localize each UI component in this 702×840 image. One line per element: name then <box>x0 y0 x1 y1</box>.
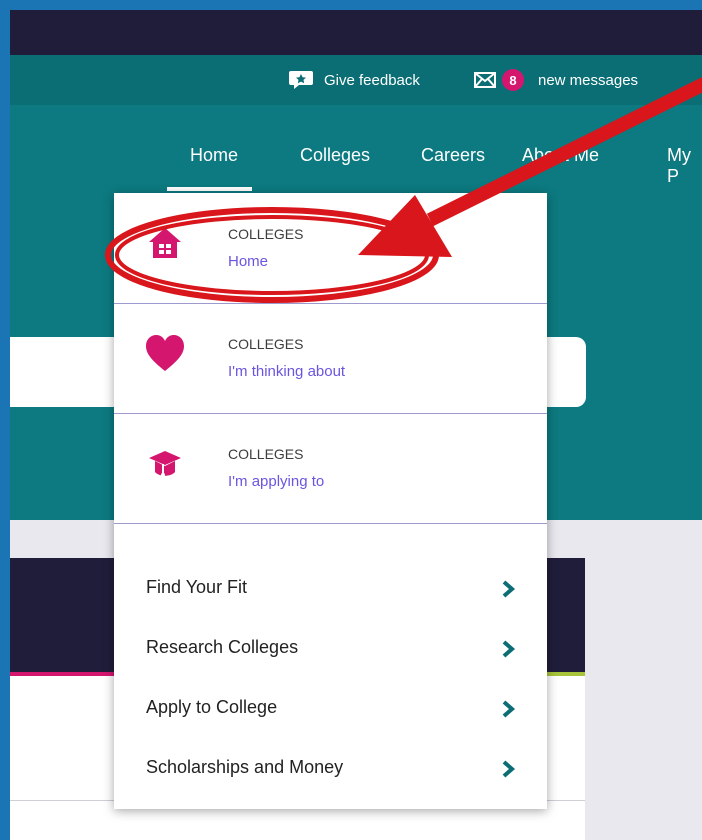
top-bar <box>10 10 702 55</box>
envelope-icon <box>474 72 496 88</box>
chevron-right-icon[interactable] <box>499 639 517 659</box>
dropdown-kicker: COLLEGES <box>228 446 304 462</box>
chevron-right-icon[interactable] <box>499 699 517 719</box>
nav-colleges[interactable]: Colleges <box>300 145 370 166</box>
chevron-right-icon[interactable] <box>499 759 517 779</box>
feedback-icon <box>289 71 313 89</box>
dropdown-item-colleges-home[interactable]: COLLEGES Home <box>114 193 547 304</box>
messages-link[interactable]: 8 new messages <box>474 55 638 105</box>
nav-active-underline <box>167 187 252 191</box>
dropdown-kicker: COLLEGES <box>228 226 304 242</box>
dropdown-link-scholarships-and-money[interactable]: Scholarships and Money <box>146 757 343 778</box>
dropdown-link-research-colleges[interactable]: Research Colleges <box>146 637 298 658</box>
new-messages-label: new messages <box>538 71 639 89</box>
dropdown-label: Home <box>228 253 269 270</box>
nav-about-me[interactable]: About Me <box>522 145 599 166</box>
message-count-badge: 8 <box>502 69 524 91</box>
browser-screen: Give feedback 8 new messages Home Colleg… <box>10 10 702 840</box>
nav-my-partial[interactable]: My P <box>667 145 702 187</box>
dropdown-link-find-your-fit[interactable]: Find Your Fit <box>146 577 247 598</box>
nav-careers[interactable]: Careers <box>421 145 485 166</box>
dropdown-item-thinking-about[interactable]: COLLEGES I'm thinking about <box>114 303 547 414</box>
give-feedback-label: Give feedback <box>324 71 420 89</box>
graduation-cap-icon <box>149 451 181 477</box>
dropdown-kicker: COLLEGES <box>228 336 304 352</box>
give-feedback-link[interactable]: Give feedback <box>288 55 420 105</box>
chevron-right-icon[interactable] <box>499 579 517 599</box>
dropdown-item-applying-to[interactable]: COLLEGES I'm applying to <box>114 413 547 524</box>
dropdown-link-apply-to-college[interactable]: Apply to College <box>146 697 277 718</box>
colleges-dropdown-menu: COLLEGES Home COLLEGES I'm thinking abou… <box>114 193 547 809</box>
utility-bar: Give feedback 8 new messages <box>10 55 702 105</box>
house-icon <box>149 228 181 258</box>
nav-home[interactable]: Home <box>190 145 238 166</box>
dropdown-label: I'm applying to <box>228 473 325 490</box>
dropdown-label: I'm thinking about <box>228 363 346 380</box>
heart-icon <box>146 335 184 371</box>
